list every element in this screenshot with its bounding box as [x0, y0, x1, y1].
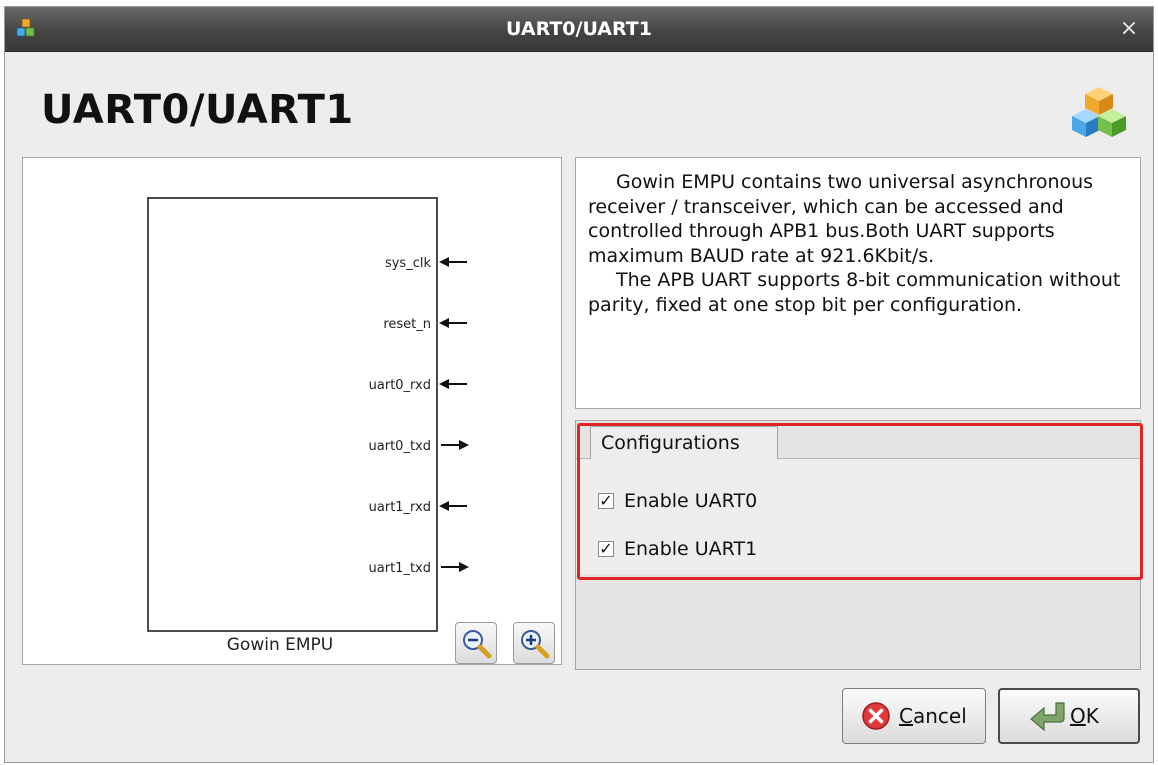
cancel-button[interactable]: Cancel: [842, 688, 986, 744]
description-paragraph-2: The APB UART supports 8-bit communicatio…: [588, 269, 1121, 316]
enable-uart0-label: Enable UART0: [624, 490, 758, 512]
cancel-x-icon: [862, 702, 890, 730]
zoom-out-button[interactable]: [455, 622, 497, 664]
title-bar: UART0/UART1 ×: [5, 7, 1153, 52]
tab-configurations[interactable]: Configurations: [590, 426, 778, 461]
page-title: UART0/UART1: [41, 87, 354, 133]
description-paragraph-1: Gowin EMPU contains two universal asynch…: [588, 171, 1094, 267]
enable-uart1-label: Enable UART1: [624, 538, 758, 560]
cubes-icon: [1072, 87, 1126, 137]
config-tab-body: ✓ Enable UART0 ✓ Enable UART1: [576, 459, 1140, 574]
zoom-in-button[interactable]: [513, 622, 555, 664]
ok-button[interactable]: OK: [998, 688, 1140, 744]
diagram-caption: Gowin EMPU: [226, 635, 334, 655]
ok-label: OK: [1070, 704, 1099, 728]
zoom-in-icon: [521, 630, 550, 659]
enable-uart1-checkbox[interactable]: ✓: [598, 541, 614, 557]
description-box: Gowin EMPU contains two universal asynch…: [575, 157, 1141, 409]
enable-uart0-checkbox[interactable]: ✓: [598, 493, 614, 509]
config-tab-strip: Configurations: [576, 421, 1140, 461]
window-title: UART0/UART1: [506, 18, 652, 40]
enable-uart0-checkbox-row[interactable]: ✓ Enable UART0: [598, 487, 757, 515]
ok-arrow-icon: [1030, 702, 1065, 732]
close-button[interactable]: ×: [1117, 17, 1141, 41]
cancel-label: Cancel: [899, 704, 967, 728]
configurations-panel: Configurations ✓ Enable UART0 ✓ Enable U…: [575, 420, 1141, 670]
diagram-panel: [22, 157, 562, 665]
zoom-out-icon: [463, 630, 492, 659]
enable-uart1-checkbox-row[interactable]: ✓ Enable UART1: [598, 535, 757, 563]
